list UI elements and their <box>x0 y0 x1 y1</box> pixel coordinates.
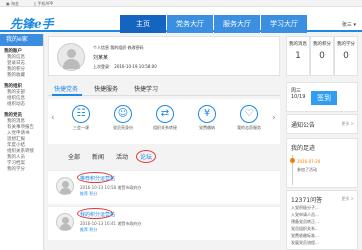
post-title[interactable]: 推荐积分运营帖 <box>80 175 115 182</box>
post-avatar <box>56 213 74 231</box>
notice-more-link[interactable]: 更多 > <box>341 121 354 127</box>
tab-activity[interactable]: 活动 <box>116 152 128 161</box>
stat-label: 我的消息 <box>289 42 307 47</box>
stat-value: 1 <box>295 51 301 61</box>
sidebar-group-account: 我的账户 我的信息 登录日志 我的积分 我的收藏 <box>0 46 43 81</box>
stat-messages[interactable]: 我的消息 1 <box>286 36 310 76</box>
tab-underline <box>52 94 82 96</box>
profile-name: 刘某某 <box>93 55 109 61</box>
tab-news[interactable]: 新闻 <box>92 152 104 161</box>
activity-text: 参加了活动 <box>297 167 317 172</box>
sidebar-title: 我的e家 <box>0 34 43 46</box>
sidebar-item[interactable]: 我的学分 <box>4 167 43 173</box>
site-logo[interactable]: 先锋e手 <box>10 15 65 31</box>
quick-item[interactable]: ☺ 党员亮身份 <box>104 105 142 131</box>
qa-more-link[interactable]: 更多 > <box>341 196 354 202</box>
qa-row[interactable]: 入党积极分子... <box>291 205 319 211</box>
quick-item-label: 组织关系转接 <box>153 125 177 130</box>
sign-in-button[interactable]: 签到 <box>311 91 337 105</box>
main-content: 个人信息 我的组织 修改密码 刘某某 上次登录： 2016-10-19 10:5… <box>48 36 280 250</box>
stat-points[interactable]: 我的积分 0 <box>310 36 334 76</box>
stat-label: 我的积分 <box>313 42 331 47</box>
quick-item-label: 我的志愿服务 <box>237 125 261 130</box>
sidebar-group-org: 我的组织 我的支部 组织信息 组织动态 <box>0 81 43 110</box>
quick-item[interactable]: ☷ 三会一课 <box>62 105 100 131</box>
activity-date: 2016-07-20 <box>297 159 321 164</box>
sidebar-group-heading: 我的账户 <box>4 49 22 54</box>
payment-icon: ¥ <box>198 105 216 123</box>
quick-item-label: 党员亮身份 <box>113 125 133 130</box>
post-avatar <box>56 177 74 195</box>
sidebar: 我的e家 我的账户 我的信息 登录日志 我的积分 我的收藏 我的组织 我的支部 … <box>0 34 44 250</box>
quick-item[interactable]: ¥ 党费缴纳 <box>188 105 226 131</box>
sign-in-card: 周三 10/19 签到 <box>286 82 358 112</box>
chevron-right-icon[interactable]: › <box>272 113 276 123</box>
transfer-icon: ⇄ <box>156 105 174 123</box>
qa-row[interactable]: 发展党员流程... <box>291 240 319 246</box>
quick-item-label: 三会一课 <box>73 125 89 130</box>
avatar[interactable] <box>57 43 85 71</box>
notice-card: 通知公告 更多 > <box>286 114 358 134</box>
stat-credits[interactable]: 我的学分 0 <box>334 36 358 76</box>
stat-label: 我的学分 <box>337 42 355 47</box>
user-menu[interactable]: 张三 ▾ <box>342 21 356 28</box>
sidebar-item[interactable]: 组织动态 <box>4 102 43 108</box>
post-tags: 推荐 积分 <box>80 227 98 232</box>
tab-quick-service[interactable]: 快捷服务 <box>94 84 118 93</box>
tab-quick-party[interactable]: 快捷党务 <box>54 84 78 93</box>
notice-title: 通知公告 <box>291 122 316 129</box>
list-item[interactable]: 推荐积分运营帖 2016-10-13 10:58 诸暨市政府办 推荐 积分 <box>48 170 280 204</box>
nav-service-hall[interactable]: 服务大厅 <box>214 15 260 33</box>
last-login: 上次登录： 2016-10-19 10:58:00 <box>93 64 157 69</box>
qa-row[interactable]: 预备党员转正... <box>291 219 319 225</box>
header: 先锋e手 主页 党务大厅 服务大厅 学习大厅 张三 ▾ <box>0 7 362 33</box>
quick-tabs: 快捷党务 快捷服务 快捷学习 <box>48 82 280 96</box>
heart-icon: ♡ <box>240 105 258 123</box>
quick-item-label: 党费缴纳 <box>199 125 215 130</box>
right-column: 我的消息 1 我的积分 0 我的学分 0 周三 10/19 签到 通知公告 更多… <box>286 36 358 250</box>
meeting-icon: ☷ <box>72 105 90 123</box>
top-bar: ▣ 淘金 ▯ 手机APP <box>0 0 362 7</box>
quick-actions: ‹ ☷ 三会一课 ☺ 党员亮身份 ⇄ 组织关系转接 ¥ 党费缴纳 ♡ 我的志愿服… <box>48 99 280 144</box>
sidebar-item[interactable]: 我的收藏 <box>4 73 43 79</box>
nav-party-hall[interactable]: 党务大厅 <box>167 15 213 33</box>
sidebar-group-heading: 我的党员 <box>4 113 22 118</box>
sidebar-group-heading: 我的组织 <box>4 84 22 89</box>
quick-item[interactable]: ♡ 我的志愿服务 <box>230 105 268 131</box>
tab-all[interactable]: 全部 <box>68 152 80 161</box>
nav-study-hall[interactable]: 学习大厅 <box>261 15 307 33</box>
forum-tab-highlight <box>136 150 156 163</box>
sidebar-group-member: 我的党员 我的消息 有关事项报告 入党申请书 思想汇报 年度小结 组织关系转接 … <box>0 110 43 175</box>
qa-row[interactable]: 党员组织关系... <box>291 226 319 232</box>
quick-item[interactable]: ⇄ 组织关系转接 <box>146 105 184 131</box>
list-item[interactable]: 我的积分运营帖 2016-10-13 16:41 诸暨市政府办 推荐 积分 <box>48 206 280 240</box>
activity-card: 我的足迹 2016-07-20 参加了活动 <box>286 138 358 188</box>
main-nav: 主页 党务大厅 服务大厅 学习大厅 <box>120 15 308 33</box>
member-icon: ☺ <box>114 105 132 123</box>
qa-title: 12371问答 <box>291 197 323 204</box>
profile-card: 个人信息 我的组织 修改密码 刘某某 上次登录： 2016-10-19 10:5… <box>48 36 280 76</box>
qa-row[interactable]: 党费收缴标准... <box>291 233 319 239</box>
chevron-left-icon[interactable]: ‹ <box>51 113 55 123</box>
activity-title: 我的足迹 <box>291 145 316 152</box>
nav-home[interactable]: 主页 <box>120 15 166 33</box>
tab-quick-study[interactable]: 快捷学习 <box>134 84 158 93</box>
sign-date: 周三 10/19 <box>291 88 306 100</box>
post-title[interactable]: 我的积分运营帖 <box>80 211 115 218</box>
profile-links[interactable]: 个人信息 我的组织 修改密码 <box>93 45 144 51</box>
post-tags: 推荐 积分 <box>80 191 98 196</box>
stat-value: 0 <box>319 51 325 61</box>
feed-tabs: 全部 新闻 活动 论坛 <box>48 150 280 164</box>
qa-row[interactable]: 入党申请人员... <box>291 212 319 218</box>
qa-card: 12371问答 更多 > 入党积极分子... 入党申请人员... 预备党员转正.… <box>286 190 358 250</box>
stat-value: 0 <box>343 51 349 61</box>
timeline-dot <box>290 158 295 163</box>
